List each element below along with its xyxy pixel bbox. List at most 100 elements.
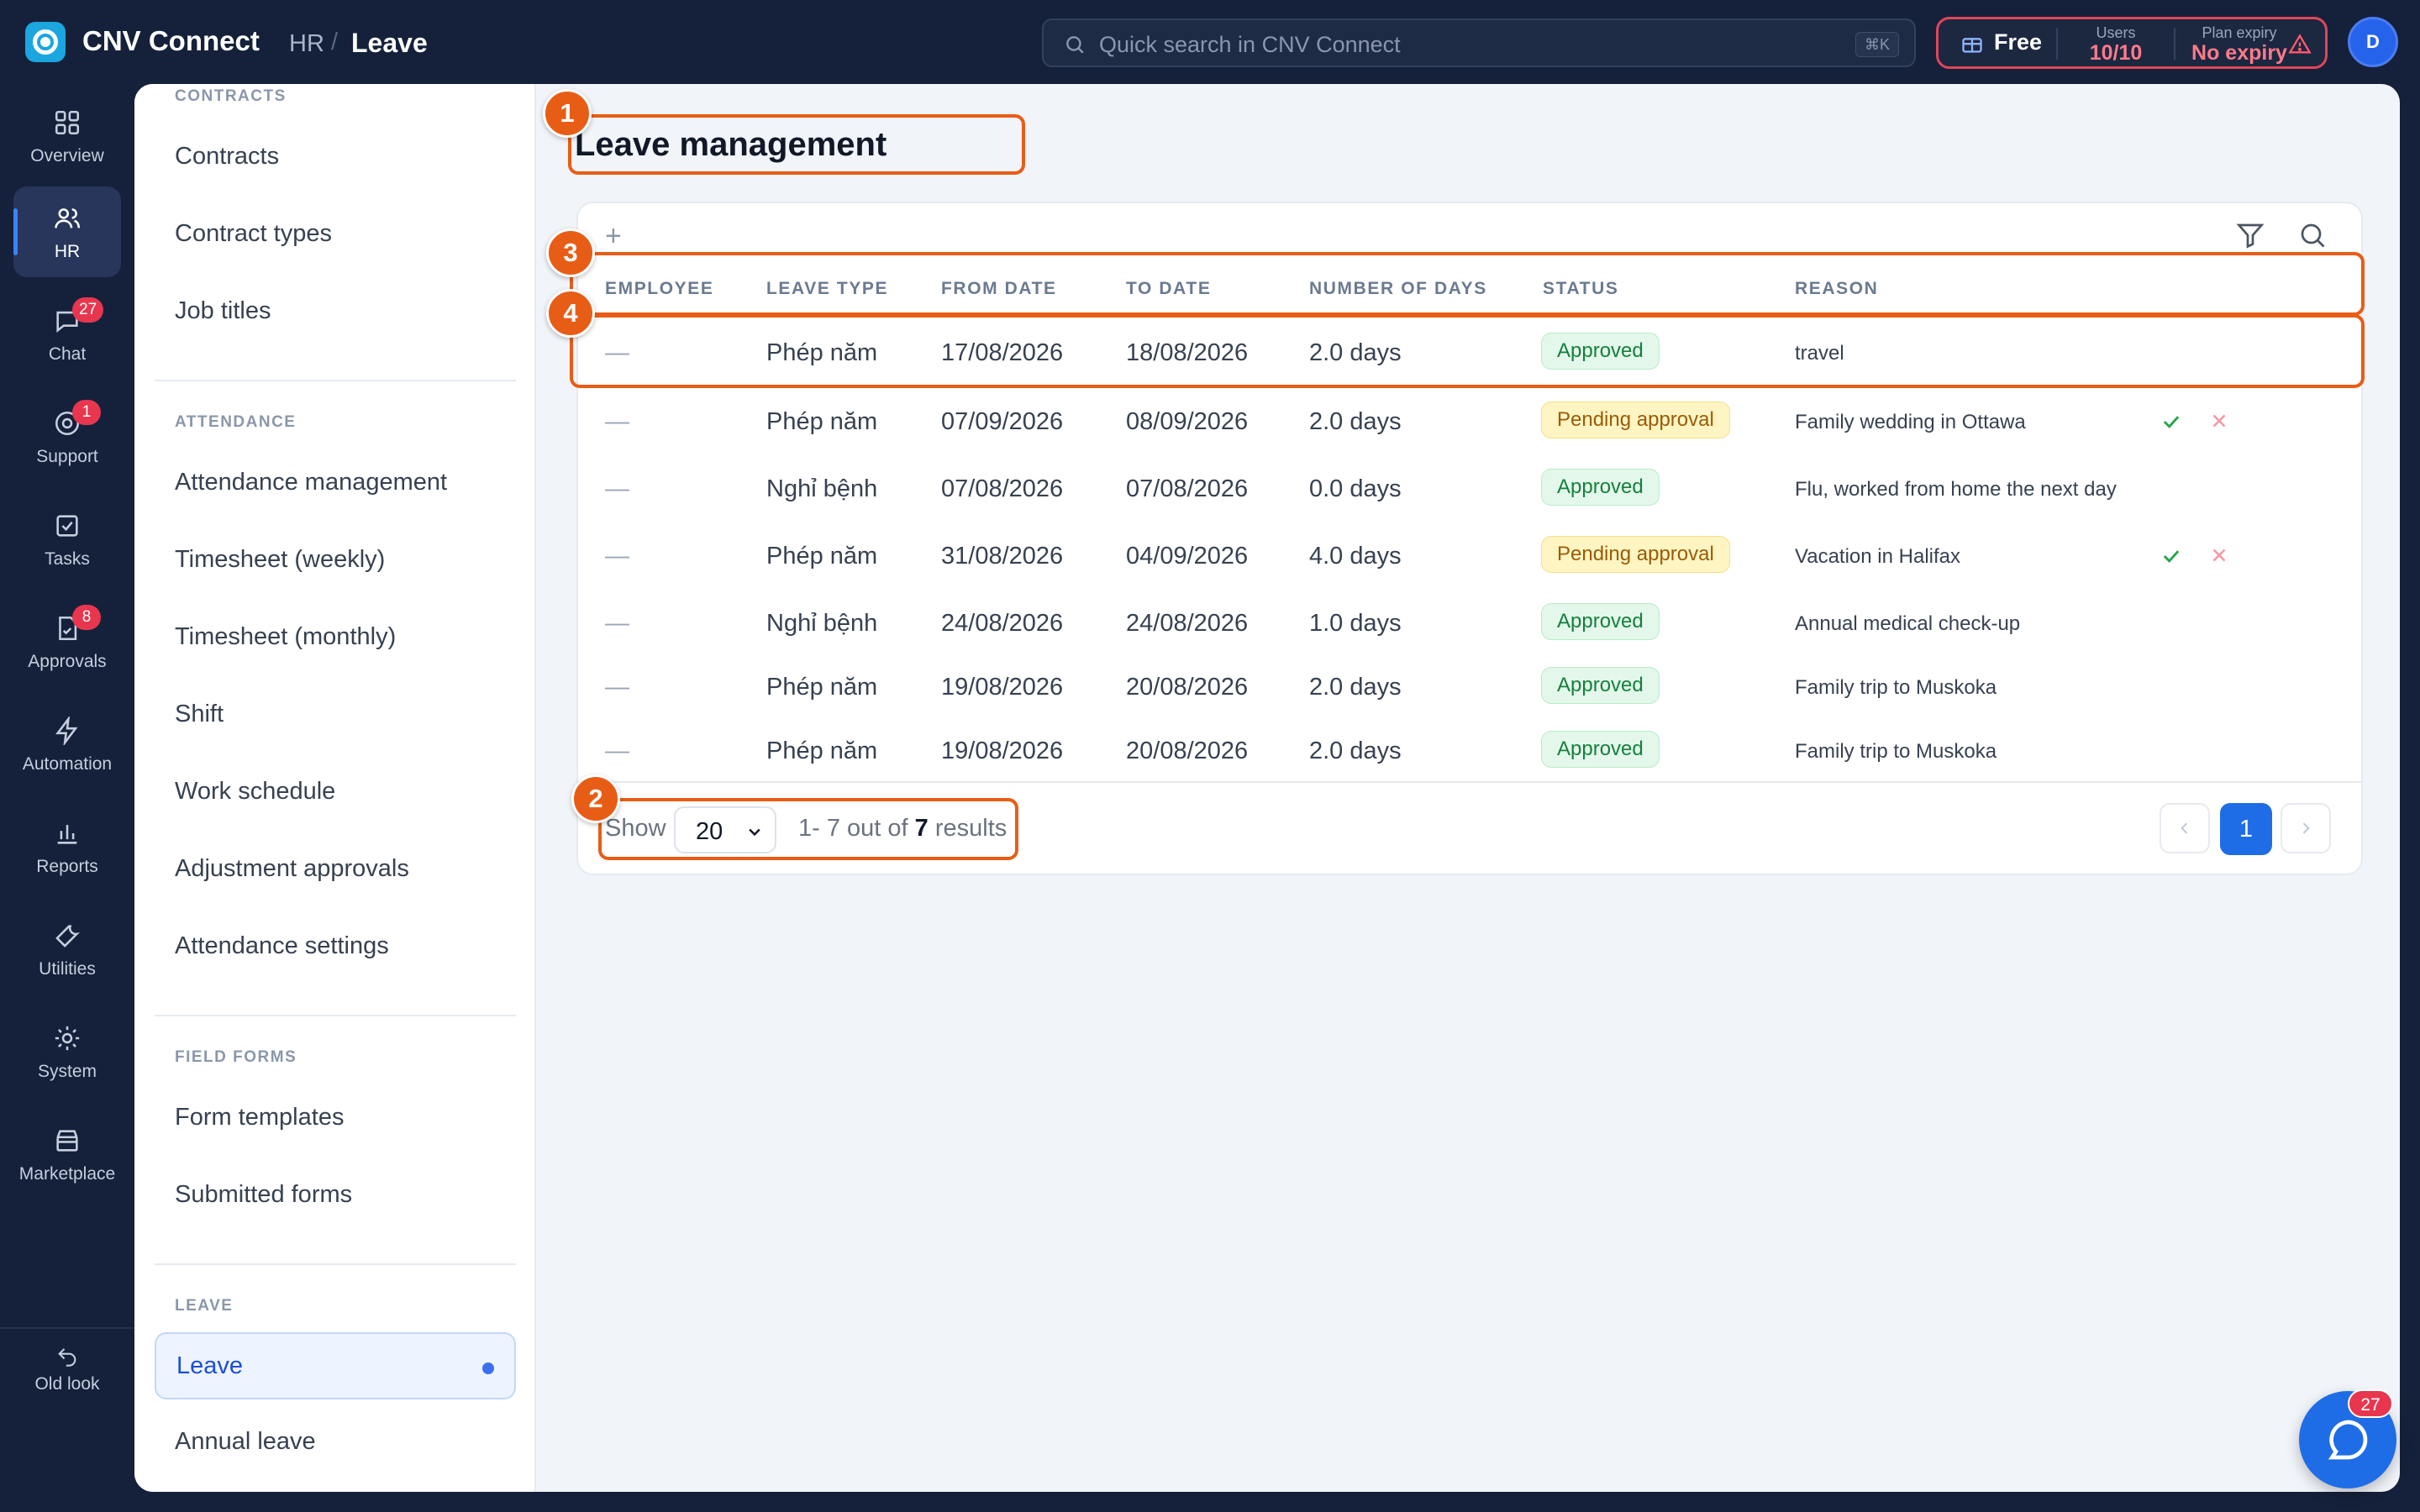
avatar[interactable]: D (2348, 17, 2398, 67)
reports-icon (57, 825, 77, 844)
store-icon (56, 1130, 78, 1152)
rail-item-overview[interactable]: Overview (13, 91, 121, 181)
rail-item-tasks[interactable]: Tasks (13, 494, 121, 585)
nav-form-templates[interactable]: Form templates (155, 1085, 516, 1152)
status-badge: Approved (1541, 603, 1660, 640)
rail-item-automation[interactable]: Automation (13, 699, 121, 790)
table-row[interactable]: — Nghỉ bệnh 24/08/2026 24/08/2026 1.0 da… (578, 590, 2361, 657)
table-row[interactable]: — Phép năm 31/08/2026 04/09/2026 4.0 day… (578, 522, 2361, 590)
table-row[interactable]: — Phép năm 07/09/2026 08/09/2026 2.0 day… (578, 388, 2361, 455)
nav-attendance-settings[interactable]: Attendance settings (155, 914, 516, 981)
rail-item-system[interactable]: System (13, 1006, 121, 1097)
rail-label: Automation (22, 754, 113, 774)
cell-leave-type: Phép năm (766, 674, 878, 701)
nav-submitted-forms[interactable]: Submitted forms (155, 1163, 516, 1230)
cell-from-date: 19/08/2026 (941, 674, 1064, 701)
approve-icon[interactable] (2160, 544, 2183, 568)
nav-label: Attendance settings (175, 932, 389, 959)
cell-from-date: 31/08/2026 (941, 543, 1064, 570)
table-row[interactable]: — Phép năm 19/08/2026 20/08/2026 2.0 day… (578, 654, 2361, 721)
nav-timesheet-monthly[interactable]: Timesheet (monthly) (155, 605, 516, 672)
app-logo[interactable] (25, 22, 66, 62)
bolt-icon (55, 717, 78, 745)
nav-contract-types[interactable]: Contract types (155, 202, 516, 269)
rail-item-reports[interactable]: Reports (13, 801, 121, 892)
old-look-button[interactable]: Old look (13, 1344, 121, 1420)
cell-leave-type: Phép năm (766, 738, 878, 764)
wrench-icon (55, 925, 80, 948)
nav-job-titles[interactable]: Job titles (155, 279, 516, 346)
plan-expiry-label: Plan expiry (2202, 24, 2277, 41)
status-badge: Pending approval (1541, 536, 1730, 573)
cell-to-date: 20/08/2026 (1126, 674, 1249, 701)
cell-leave-type: Phép năm (766, 543, 878, 570)
active-dot (482, 1362, 494, 1374)
nav-leave[interactable]: Leave (155, 1332, 516, 1399)
search-placeholder: Quick search in CNV Connect (1099, 32, 1401, 57)
tasks-icon (56, 515, 78, 537)
nav-timesheet-weekly[interactable]: Timesheet (weekly) (155, 528, 516, 595)
hr-subnav: CONTRACTS Contracts Contract types Job t… (134, 84, 536, 1492)
rail-label: Overview (30, 146, 104, 165)
table-row[interactable]: — Nghỉ bệnh 07/08/2026 07/08/2026 0.0 da… (578, 455, 2361, 522)
rail-item-chat[interactable]: 27 Chat (13, 289, 121, 380)
gift-icon (1962, 37, 1982, 53)
rail-label: System (37, 1062, 97, 1081)
prev-page-button[interactable] (2160, 803, 2210, 853)
nav-label: Leave (176, 1352, 244, 1379)
nav-label: Timesheet (monthly) (175, 623, 397, 650)
chevron-right-icon (2302, 822, 2310, 834)
page-1-button[interactable]: 1 (2220, 803, 2272, 855)
nav-work-schedule[interactable]: Work schedule (155, 759, 516, 827)
rail-item-hr[interactable]: HR (13, 186, 121, 277)
nav-annual-leave[interactable]: Annual leave (155, 1410, 516, 1477)
nav-attendance-management[interactable]: Attendance management (155, 450, 516, 517)
cell-from-date: 19/08/2026 (941, 738, 1064, 764)
chat-badge: 27 (72, 297, 104, 323)
rail-label: HR (54, 242, 81, 261)
annotation-marker-3: 3 (546, 228, 595, 277)
approve-icon[interactable] (2160, 410, 2183, 433)
support-badge: 1 (72, 400, 101, 425)
reject-icon[interactable] (2208, 544, 2230, 566)
search-input[interactable]: Quick search in CNV Connect ⌘K (1042, 18, 1916, 67)
rail-item-approvals[interactable]: 8 Approvals (13, 596, 121, 687)
rail-item-utilities[interactable]: Utilities (13, 904, 121, 995)
rail-label: Tasks (45, 549, 90, 569)
cell-days: 2.0 days (1309, 674, 1402, 701)
nav-label: Annual leave (175, 1428, 316, 1455)
status-badge: Approved (1541, 469, 1660, 506)
add-leave-button[interactable]: + (605, 220, 622, 253)
section-attendance: ATTENDANCE (175, 413, 297, 431)
annotation-marker-4: 4 (546, 289, 595, 338)
chat-bubble-icon (2328, 1420, 2368, 1460)
undo-icon (58, 1348, 76, 1367)
rail-item-support[interactable]: 1 Support (13, 391, 121, 482)
rail-item-marketplace[interactable]: Marketplace (13, 1109, 121, 1200)
cell-from-date: 07/09/2026 (941, 408, 1064, 435)
cell-leave-type: Phép năm (766, 408, 878, 435)
nav-shift[interactable]: Shift (155, 682, 516, 749)
filter-icon[interactable] (2235, 220, 2265, 250)
divider (155, 1015, 516, 1016)
table-row[interactable]: — Phép năm 19/08/2026 20/08/2026 2.0 day… (578, 717, 2361, 785)
main-card: CONTRACTS Contracts Contract types Job t… (134, 84, 2400, 1492)
nav-label: Timesheet (weekly) (175, 546, 386, 573)
cell-employee: — (605, 674, 629, 701)
annotation-box-4 (570, 314, 2365, 388)
plan-widget[interactable]: Free Users 10/10 Plan expiry No expiry (1936, 17, 2328, 69)
warning-icon (2288, 34, 2312, 54)
nav-adjustment-approvals[interactable]: Adjustment approvals (155, 837, 516, 904)
plan-users: Users 10/10 (2071, 24, 2160, 65)
cell-employee: — (605, 610, 629, 637)
section-leave: LEAVE (175, 1297, 234, 1315)
breadcrumb-hr[interactable]: HR (289, 30, 324, 58)
rail-label: Approvals (28, 652, 107, 671)
nav-contracts[interactable]: Contracts (155, 124, 516, 192)
table-search-icon[interactable] (2297, 220, 2328, 250)
annotation-box-1 (568, 114, 1025, 175)
next-page-button[interactable] (2281, 803, 2331, 853)
rail-label: Utilities (39, 959, 96, 979)
cell-days: 0.0 days (1309, 475, 1402, 502)
reject-icon[interactable] (2208, 410, 2230, 432)
